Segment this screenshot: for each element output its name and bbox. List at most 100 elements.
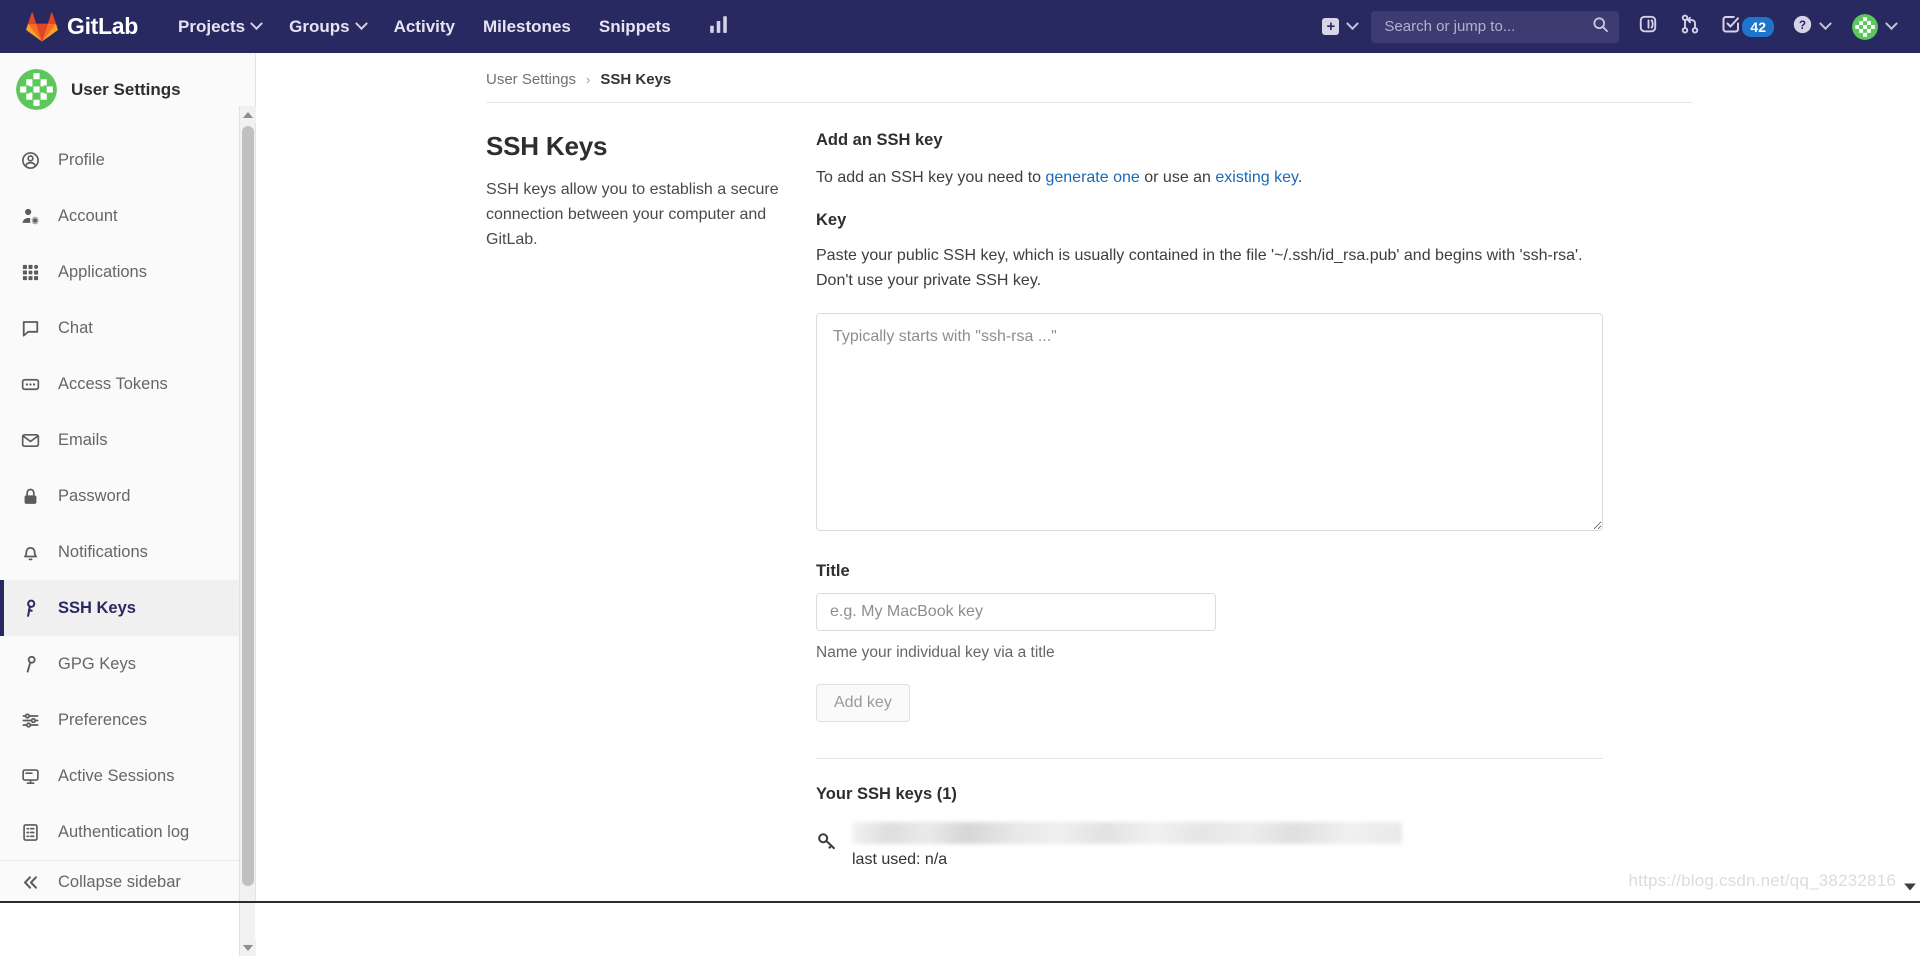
sidebar-item-emails[interactable]: Emails <box>0 412 255 468</box>
add-key-button[interactable]: Add key <box>816 684 910 722</box>
sidebar-item-authentication-log[interactable]: Authentication log <box>0 804 255 860</box>
collapse-sidebar-button[interactable]: Collapse sidebar <box>0 860 255 903</box>
merge-requests-button[interactable] <box>1669 0 1711 53</box>
sidebar-item-label: Emails <box>58 431 108 450</box>
intro-middle: or use an <box>1140 169 1216 186</box>
chevron-down-icon <box>1885 17 1898 30</box>
key-field-help: Paste your public SSH key, which is usua… <box>816 244 1604 294</box>
scroll-up-arrow-icon[interactable] <box>240 106 256 123</box>
breadcrumb-parent[interactable]: User Settings <box>486 71 576 88</box>
sidebar-item-active-sessions[interactable]: Active Sessions <box>0 748 255 804</box>
issues-icon <box>1638 14 1658 39</box>
chevron-down-icon <box>250 17 263 30</box>
svg-text:?: ? <box>1799 17 1806 31</box>
sidebar-item-notifications[interactable]: Notifications <box>0 524 255 580</box>
monitor-icon <box>20 767 40 786</box>
sidebar-item-applications[interactable]: Applications <box>0 244 255 300</box>
page-scroll-down-arrow-icon[interactable] <box>1903 880 1917 899</box>
sidebar-title: User Settings <box>71 80 181 100</box>
scroll-down-arrow-icon[interactable] <box>240 939 256 956</box>
intro-suffix: . <box>1298 169 1302 186</box>
nav-groups-label: Groups <box>289 0 349 53</box>
sidebar-item-label: GPG Keys <box>58 655 136 674</box>
create-new-button[interactable]: + <box>1316 18 1367 35</box>
help-circle-icon: ? <box>1792 14 1813 40</box>
main-content: User Settings › SSH Keys SSH Keys SSH ke… <box>256 53 1920 903</box>
chevron-down-icon <box>355 17 368 30</box>
sidebar-scrollbar-thumb[interactable] <box>242 126 254 886</box>
plus-square-icon: + <box>1322 18 1339 35</box>
existing-key-link[interactable]: existing key <box>1215 169 1297 186</box>
issues-button[interactable] <box>1627 0 1669 53</box>
breadcrumb: User Settings › SSH Keys <box>256 53 1920 102</box>
ssh-key-details: last used: n/a <box>852 822 1604 869</box>
sidebar-item-ssh-keys[interactable]: SSH Keys <box>0 580 255 636</box>
nav-right-cluster: + <box>1316 0 1920 53</box>
sidebar-header: User Settings <box>0 53 255 126</box>
sidebar-item-account[interactable]: Account <box>0 188 255 244</box>
sidebar-item-label: Preferences <box>58 711 147 730</box>
title-field-helper: Name your individual key via a title <box>816 644 1604 662</box>
primary-nav-links: Projects Groups Activity Milestones Snip… <box>164 0 742 53</box>
todos-button[interactable]: 42 <box>1711 14 1782 39</box>
search-input[interactable] <box>1384 18 1592 35</box>
help-button[interactable]: ? <box>1782 14 1840 40</box>
sidebar-nav-list: Profile Account <box>0 126 255 860</box>
nav-link-activity[interactable]: Activity <box>380 0 469 53</box>
gitlab-home-link[interactable]: GitLab <box>26 0 138 53</box>
sidebar-item-label: Access Tokens <box>58 375 168 394</box>
bell-icon <box>20 543 40 562</box>
intro-prefix: To add an SSH key you need to <box>816 169 1045 186</box>
sidebar-item-label: Active Sessions <box>58 767 174 786</box>
sidebar-item-label: Notifications <box>58 543 148 562</box>
nav-link-groups[interactable]: Groups <box>275 0 379 53</box>
ssh-key-last-used: last used: n/a <box>852 851 1604 869</box>
sidebar-item-label: Applications <box>58 263 147 282</box>
sidebar-item-label: Password <box>58 487 130 506</box>
key-icon <box>20 599 40 618</box>
sidebar-item-access-tokens[interactable]: Access Tokens <box>0 356 255 412</box>
keys-section-divider <box>816 758 1603 759</box>
chat-bubble-icon <box>20 319 40 338</box>
account-gear-icon <box>20 207 40 226</box>
generate-one-link[interactable]: generate one <box>1045 169 1139 186</box>
nav-link-snippets[interactable]: Snippets <box>585 0 685 53</box>
add-ssh-key-heading: Add an SSH key <box>816 131 1604 150</box>
ssh-key-list-item[interactable]: last used: n/a <box>816 822 1604 869</box>
sidebar-item-profile[interactable]: Profile <box>0 132 255 188</box>
nav-projects-label: Projects <box>178 0 245 53</box>
gitlab-tanuki-icon <box>26 12 58 42</box>
lock-icon <box>20 487 40 506</box>
sidebar-item-preferences[interactable]: Preferences <box>0 692 255 748</box>
sidebar-scrollbar[interactable] <box>239 106 255 956</box>
chevron-down-icon <box>1347 17 1360 30</box>
nav-link-milestones[interactable]: Milestones <box>469 0 585 53</box>
ssh-key-title-input[interactable] <box>816 593 1216 631</box>
applications-grid-icon <box>20 263 40 282</box>
settings-description-column: SSH Keys SSH keys allow you to establish… <box>486 131 816 869</box>
sidebar-item-label: SSH Keys <box>58 599 136 618</box>
sidebar-item-password[interactable]: Password <box>0 468 255 524</box>
page-description: SSH keys allow you to establish a secure… <box>486 178 780 252</box>
user-menu-button[interactable] <box>1840 14 1904 40</box>
access-token-icon <box>20 375 40 394</box>
nav-analytics-button[interactable] <box>695 15 742 39</box>
gpg-key-icon <box>20 655 40 674</box>
nav-link-projects[interactable]: Projects <box>164 0 275 53</box>
user-avatar-identicon <box>1852 14 1878 40</box>
settings-content: SSH Keys SSH keys allow you to establish… <box>256 103 1920 869</box>
your-ssh-keys-heading: Your SSH keys (1) <box>816 785 1604 804</box>
ssh-key-textarea[interactable] <box>816 313 1603 531</box>
sidebar-item-chat[interactable]: Chat <box>0 300 255 356</box>
gitlab-brand-text: GitLab <box>67 13 138 40</box>
merge-request-icon <box>1680 14 1700 39</box>
global-search-box[interactable] <box>1371 11 1619 43</box>
ssh-key-name-redacted <box>852 822 1402 844</box>
add-ssh-key-intro: To add an SSH key you need to generate o… <box>816 166 1604 191</box>
sidebar-item-gpg-keys[interactable]: GPG Keys <box>0 636 255 692</box>
search-icon <box>1592 16 1609 38</box>
ssh-key-form-column: Add an SSH key To add an SSH key you nee… <box>816 131 1604 869</box>
page-title: SSH Keys <box>486 131 780 162</box>
breadcrumb-current: SSH Keys <box>600 71 671 88</box>
user-avatar-identicon <box>16 69 57 110</box>
